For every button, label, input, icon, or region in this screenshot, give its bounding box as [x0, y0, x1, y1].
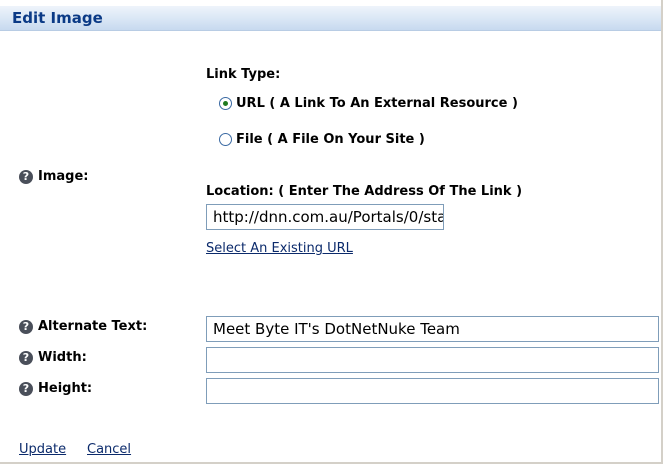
width-input[interactable]	[206, 347, 659, 373]
help-icon[interactable]: ?	[19, 170, 33, 184]
help-icon[interactable]: ?	[19, 382, 33, 396]
file-radio-button[interactable]	[219, 133, 232, 146]
location-label: Location: ( Enter The Address Of The Lin…	[206, 184, 523, 199]
alternate-text-input[interactable]: Meet Byte IT's DotNetNuke Team	[206, 316, 659, 342]
alternate-text-label: Alternate Text:	[38, 319, 148, 334]
url-radio-button[interactable]	[219, 97, 232, 110]
url-option-label[interactable]: URL ( A Link To An External Resource )	[236, 96, 518, 111]
panel-title: Edit Image	[12, 9, 103, 27]
update-link[interactable]: Update	[19, 442, 66, 457]
height-input[interactable]	[206, 378, 659, 404]
help-icon[interactable]: ?	[19, 320, 33, 334]
location-input[interactable]: http://dnn.com.au/Portals/0/staff_portal…	[206, 204, 444, 230]
file-option-label[interactable]: File ( A File On Your Site )	[236, 132, 425, 147]
select-existing-url-link[interactable]: Select An Existing URL	[206, 241, 353, 256]
help-icon[interactable]: ?	[19, 351, 33, 365]
height-label: Height:	[38, 381, 93, 396]
title-bar: Edit Image	[0, 6, 661, 31]
image-label: Image:	[38, 169, 89, 184]
width-label: Width:	[38, 350, 87, 365]
link-type-label: Link Type:	[206, 67, 281, 82]
edit-image-panel: Edit Image Link Type: URL ( A Link To An…	[0, 0, 663, 464]
cancel-link[interactable]: Cancel	[87, 442, 131, 457]
